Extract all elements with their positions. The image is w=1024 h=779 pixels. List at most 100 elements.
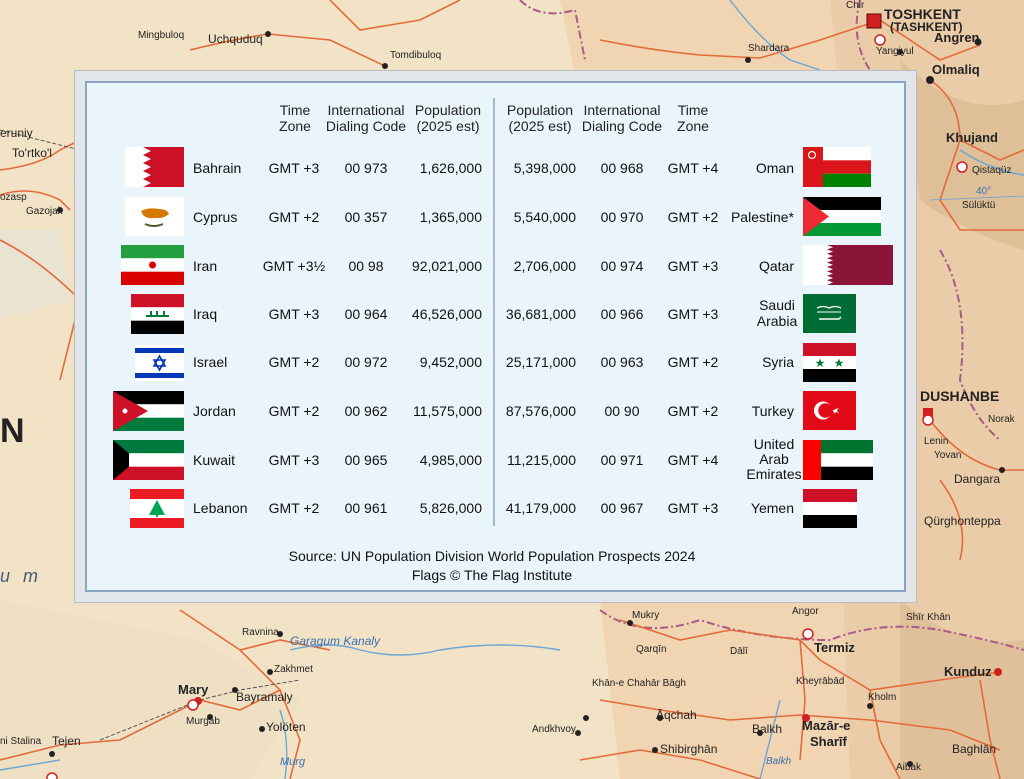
- flag-bahrain-icon: [125, 147, 184, 187]
- right-country-name: Syria: [762, 354, 794, 370]
- map-label-uchquduq: Uchquduq: [208, 32, 263, 46]
- map-label-aibak: Aibak: [896, 762, 922, 773]
- right-dialing-code: 00 966: [600, 306, 644, 322]
- right-population: 36,681,000: [505, 306, 576, 322]
- flag-lebanon-icon: [130, 489, 184, 528]
- left-population: 92,021,000: [411, 258, 482, 274]
- right-population: 25,171,000: [505, 354, 576, 370]
- map-label-balkh: Balkh: [752, 722, 783, 736]
- map-label-aqchah: Āqchah: [656, 708, 697, 722]
- map-label-dushanbe: DUSHANBE: [920, 388, 1000, 404]
- right-country-name: United Arab Emirates: [736, 437, 812, 482]
- header-right-time-zone: Time Zone: [666, 102, 720, 134]
- map-label-chir: Chir: [846, 0, 865, 11]
- map-label-garagum: u m: [0, 566, 43, 586]
- map-label-tomdibuloq: Tomdibuloq: [390, 50, 442, 61]
- map-label-tortkol: To'rtko'l: [12, 146, 52, 160]
- map-label-ozasp: ozasp: [0, 192, 27, 203]
- right-population: 2,706,000: [513, 258, 576, 274]
- header-left-dialing-code: International Dialing Code: [322, 102, 410, 134]
- flag-jordan-icon: [113, 391, 184, 431]
- left-country-name: Bahrain: [193, 160, 242, 176]
- map-label-shardara: Shardara: [748, 43, 790, 54]
- map-label-khujand: Khujand: [946, 130, 998, 145]
- right-population: 5,398,000: [513, 160, 576, 176]
- right-country-line: Arabia: [756, 313, 798, 329]
- right-time-zone: GMT +4: [667, 452, 719, 468]
- map-label-murgab: Murgab: [186, 716, 220, 727]
- right-country-name: Saudi Arabia: [738, 297, 816, 329]
- map-label-gazojak: Gazojak: [26, 206, 63, 217]
- right-dialing-code: 00 968: [600, 160, 644, 176]
- right-dialing-code: 00 974: [600, 258, 644, 274]
- left-country-name: Cyprus: [193, 209, 238, 225]
- map-label-yovan: Yovan: [934, 450, 962, 461]
- map-label-sharif: Sharīf: [810, 734, 847, 749]
- left-country-name: Kuwait: [193, 452, 236, 468]
- right-time-zone: GMT +4: [667, 160, 719, 176]
- right-country-line: Saudi: [759, 297, 795, 313]
- country-info-panel: [74, 70, 917, 603]
- map-label-kheyrabad: Kheyrābād: [796, 676, 845, 687]
- left-dialing-code: 00 972: [344, 354, 388, 370]
- map-label-mingbuloq: Mingbuloq: [138, 30, 185, 41]
- header-right-pop-line1: Population: [506, 102, 574, 118]
- header-left-pop-line1: Population: [414, 102, 482, 118]
- map-label-garagum-kanaly: Garagum Kanaly: [290, 634, 381, 648]
- right-country-name: Turkey: [751, 403, 794, 419]
- flag-uae-icon: [803, 440, 873, 480]
- map-label-norak: Norak: [988, 414, 1015, 425]
- flag-credit: Flags © The Flag Institute: [411, 567, 573, 583]
- left-population: 46,526,000: [411, 306, 482, 322]
- map-label-kholm: Kholm: [868, 692, 897, 703]
- left-dialing-code: 00 965: [344, 452, 388, 468]
- map-label-sulukt: Sülüktü: [962, 200, 996, 211]
- flag-turkey-icon: [803, 391, 856, 430]
- right-country-name: Yemen: [750, 500, 794, 516]
- header-left-time-zone: Time Zone: [268, 102, 322, 134]
- map-label-qistaquz: Qistaqüz: [972, 165, 1012, 176]
- map-label-lat40: 40°: [976, 186, 992, 197]
- header-left-dial-line1: International: [327, 102, 405, 118]
- left-time-zone: GMT +3: [268, 452, 320, 468]
- map-label-kunduz: Kunduz: [944, 664, 992, 679]
- map-label-qurghonteppa: Qürghonteppa: [924, 514, 1001, 528]
- left-dialing-code: 00 961: [344, 500, 388, 516]
- flag-iran-icon: [121, 245, 184, 285]
- header-left-tz-line1: Time: [279, 102, 311, 118]
- right-country-line: Arab: [759, 451, 789, 467]
- left-country-name: Iran: [193, 258, 218, 274]
- header-left-dial-line2: Dialing Code: [325, 118, 407, 134]
- header-right-tz-line2: Zone: [677, 118, 709, 134]
- left-time-zone: GMT +2: [268, 500, 320, 516]
- map-label-mazar: Mazār-e: [802, 718, 851, 733]
- map-label-lenin: Lenin: [924, 436, 949, 447]
- header-left-tz-line2: Zone: [279, 118, 311, 134]
- flag-kuwait-icon: [113, 440, 184, 480]
- map-label-beruniy: eruniy: [0, 126, 33, 140]
- left-country-name: Israel: [193, 354, 228, 370]
- right-time-zone: GMT +2: [667, 403, 719, 419]
- right-country-name: Palestine*: [730, 209, 794, 225]
- left-time-zone: GMT +2: [268, 354, 320, 370]
- left-dialing-code: 00 964: [344, 306, 388, 322]
- left-dialing-code: 00 973: [344, 160, 388, 176]
- map-label-qarqin: Qarqīn: [636, 644, 667, 655]
- source-note: Source: UN Population Division World Pop…: [288, 548, 696, 564]
- left-dialing-code: 00 962: [344, 403, 388, 419]
- header-right-pop-line2: (2025 est): [508, 118, 572, 134]
- right-population: 5,540,000: [513, 209, 576, 225]
- map-label-bayramaly: Bayramaly: [236, 690, 293, 704]
- flag-qatar-icon: [803, 245, 893, 285]
- left-dialing-code: 00 98: [348, 258, 384, 274]
- header-right-dial-line2: Dialing Code: [581, 118, 663, 134]
- flag-iraq-icon: [131, 294, 184, 334]
- map-label-andkhvoy: Andkhvoy: [532, 724, 576, 735]
- map-label-angor: Angor: [792, 606, 819, 617]
- map-label-khan-e-chahar: Khān-e Chahār Bāgh: [592, 678, 686, 689]
- left-population: 11,575,000: [412, 403, 482, 419]
- map-label-mukry: Mukry: [632, 610, 660, 621]
- right-dialing-code: 00 90: [604, 403, 640, 419]
- right-time-zone: GMT +2: [667, 209, 719, 225]
- column-divider: [493, 98, 495, 526]
